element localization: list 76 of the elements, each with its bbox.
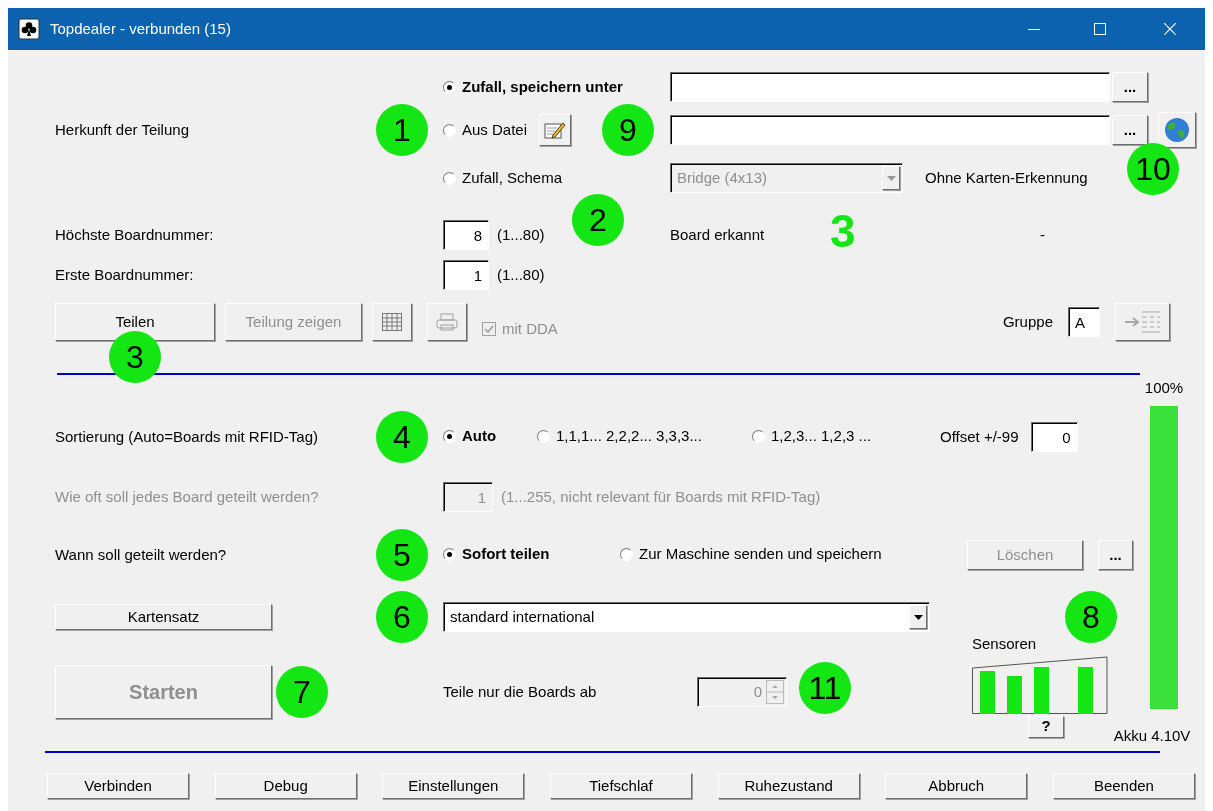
number-marker: 5 xyxy=(376,529,428,581)
range-text: (1...80) xyxy=(497,224,545,245)
value-text: - xyxy=(1040,224,1045,245)
number-marker: 8 xyxy=(1065,591,1117,643)
number-marker: 4 xyxy=(376,411,428,463)
globe-button[interactable] xyxy=(1158,112,1196,148)
spin-arrows-icon xyxy=(766,680,784,704)
edit-button[interactable] xyxy=(539,114,572,146)
number-marker: 10 xyxy=(1127,143,1179,195)
battery-voltage: Akku 4.10V xyxy=(1113,725,1191,746)
grid-icon xyxy=(382,313,402,331)
radio-option[interactable]: Zufall, Schema xyxy=(443,166,563,190)
radio-option[interactable]: Aus Datei xyxy=(443,118,528,142)
select-value: Bridge (4x13) xyxy=(677,167,768,188)
label-text: Höchste Boardnummer: xyxy=(55,225,214,243)
browse-button[interactable]: ... xyxy=(1112,115,1148,145)
range-text: (1...80) xyxy=(497,264,545,285)
footer-button[interactable]: Beenden xyxy=(1052,773,1195,799)
radio-option[interactable]: Auto xyxy=(443,424,497,448)
input-field[interactable]: A xyxy=(1068,307,1100,337)
check-icon xyxy=(484,324,494,334)
number-marker: 3 xyxy=(830,208,856,254)
sensors-label: Sensoren xyxy=(972,635,1037,652)
footer-button[interactable]: Debug xyxy=(214,773,357,799)
input-field[interactable]: 8 xyxy=(443,220,489,250)
app-icon xyxy=(18,18,40,40)
window-title: Topdealer - verbunden (15) xyxy=(50,18,231,39)
card-set-select[interactable]: standard international xyxy=(443,602,930,632)
printer-icon xyxy=(436,313,458,331)
label-text: Offset +/-99 xyxy=(940,426,1019,447)
grid-button[interactable] xyxy=(372,303,412,341)
input-field[interactable]: 1 xyxy=(443,260,489,290)
select-value: standard international xyxy=(450,606,595,627)
help-button[interactable]: ? xyxy=(1028,715,1064,738)
globe-icon xyxy=(1164,117,1190,143)
arrow-table-icon xyxy=(1123,309,1162,335)
more-button[interactable]: ... xyxy=(1098,540,1133,570)
radio-option[interactable]: 1,2,3... 1,2,3 ... xyxy=(752,424,872,448)
hint-text: (1...255, nicht relevant für Boards mit RFID-Tag) xyxy=(501,486,821,507)
pencil-icon xyxy=(544,120,567,140)
radio-option[interactable]: Zur Maschine senden und speichern xyxy=(620,542,882,566)
label-text: Gruppe xyxy=(1002,311,1053,332)
number-marker: 2 xyxy=(572,194,624,246)
dropdown-caret-icon xyxy=(913,614,923,620)
input-field[interactable] xyxy=(670,72,1110,102)
label-text: Herkunft der Teilung xyxy=(55,120,189,138)
battery-percent: 100% xyxy=(1144,378,1184,398)
close-icon[interactable] xyxy=(1164,23,1176,35)
card-set-button[interactable]: Kartensatz xyxy=(55,604,272,630)
footer-button[interactable]: Abbruch xyxy=(885,773,1028,799)
input-field[interactable] xyxy=(670,115,1110,145)
radio-option[interactable]: Zufall, speichern unter xyxy=(443,75,623,99)
number-marker: 6 xyxy=(376,591,428,643)
label-text: Sortierung (Auto=Boards mit RFID-Tag) xyxy=(55,427,318,445)
maximize-icon[interactable] xyxy=(1094,23,1106,35)
number-marker: 11 xyxy=(799,662,851,714)
footer-button[interactable]: Verbinden xyxy=(47,773,189,799)
label-text: Board erkannt xyxy=(670,225,765,243)
label-text: Ohne Karten-Erkennung xyxy=(925,167,1088,188)
dropdown-caret-icon xyxy=(886,175,896,181)
footer-button[interactable]: Ruhezustand xyxy=(717,773,860,799)
deal-button[interactable]: Teilen xyxy=(55,303,215,341)
label-text: Wie oft soll jedes Board geteilt werden? xyxy=(55,487,319,505)
label-text: Wann soll geteilt werden? xyxy=(55,545,227,563)
input-field[interactable]: 0 xyxy=(1030,422,1078,452)
number-marker: 7 xyxy=(276,666,328,718)
radio-option[interactable]: 1,1,1... 2,2,2... 3,3,3... xyxy=(537,424,702,448)
label-text: Teile nur die Boards ab xyxy=(443,681,598,702)
radio-option[interactable]: Sofort teilen xyxy=(443,542,550,566)
label-text: Erste Boardnummer: xyxy=(55,265,194,283)
number-marker: 3 xyxy=(109,331,161,383)
footer-button[interactable]: Tiefschlaf xyxy=(549,773,692,799)
number-marker: 1 xyxy=(376,104,428,156)
footer-button[interactable]: Einstellungen xyxy=(382,773,525,799)
number-marker: 9 xyxy=(602,104,654,156)
browse-button[interactable]: ... xyxy=(1112,72,1148,102)
